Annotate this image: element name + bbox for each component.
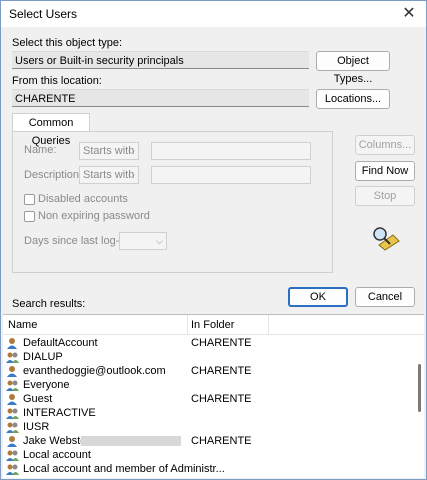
common-queries-panel: Name: Starts with ⌵ Description: Starts w… xyxy=(12,131,333,273)
group-icon xyxy=(6,380,19,391)
location-label: From this location: xyxy=(12,75,102,87)
table-row[interactable]: DefaultAccount CHARENTE xyxy=(3,336,408,350)
non-expiring-password-label: Non expiring password xyxy=(38,210,150,222)
columns-button[interactable]: Columns... xyxy=(355,135,415,155)
disabled-accounts-checkbox[interactable] xyxy=(24,194,35,205)
user-icon xyxy=(7,394,17,405)
chevron-down-icon: ⌵ xyxy=(128,170,135,180)
group-icon xyxy=(6,464,19,475)
window-title: Select Users xyxy=(9,7,78,21)
table-row[interactable]: Guest CHARENTE xyxy=(3,392,408,406)
name-input[interactable] xyxy=(151,142,311,160)
description-mode-select[interactable]: Starts with ⌵ xyxy=(79,166,139,184)
cancel-button[interactable]: Cancel xyxy=(355,287,415,307)
find-now-button[interactable]: Find Now xyxy=(355,161,415,181)
row-name: IUSR xyxy=(23,421,50,433)
user-icon xyxy=(7,338,17,349)
description-mode-value: Starts with xyxy=(83,169,135,181)
object-types-button[interactable]: Object Types... xyxy=(316,51,390,85)
search-results-label: Search results: xyxy=(12,298,86,310)
user-icon xyxy=(7,366,17,377)
row-name: Local account and member of Administr... xyxy=(23,463,225,475)
name-label: Name: xyxy=(24,144,57,156)
name-mode-select[interactable]: Starts with ⌵ xyxy=(79,142,139,160)
chevron-down-icon: ⌵ xyxy=(128,146,135,156)
name-mode-value: Starts with xyxy=(83,145,135,157)
disabled-accounts-label: Disabled accounts xyxy=(38,193,128,205)
group-icon xyxy=(6,422,19,433)
table-row[interactable]: Local account xyxy=(3,448,408,462)
title-bar: Select Users ✕ xyxy=(1,1,426,27)
row-name: Guest xyxy=(23,393,53,405)
locations-button[interactable]: Locations... xyxy=(316,89,390,109)
row-folder: CHARENTE xyxy=(191,435,252,447)
object-type-label: Select this object type: xyxy=(12,37,123,49)
description-input[interactable] xyxy=(151,166,311,184)
row-folder: CHARENTE xyxy=(191,365,252,377)
table-row[interactable]: DIALUP xyxy=(3,350,408,364)
ok-button[interactable]: OK xyxy=(288,287,348,307)
results-header: Name In Folder xyxy=(3,315,424,335)
select-users-dialog: Select Users ✕ Select this object type: … xyxy=(0,0,427,480)
row-folder: CHARENTE xyxy=(191,393,252,405)
row-folder: CHARENTE xyxy=(191,337,252,349)
tab-common-queries[interactable]: Common Queries xyxy=(12,113,90,147)
column-divider[interactable] xyxy=(268,315,269,334)
column-header-name[interactable]: Name xyxy=(8,319,37,331)
column-divider[interactable] xyxy=(187,315,188,334)
group-icon xyxy=(6,408,19,419)
table-row[interactable]: IUSR xyxy=(3,420,408,434)
table-row[interactable]: evanthedoggie@outlook.com CHARENTE xyxy=(3,364,408,378)
group-icon xyxy=(6,352,19,363)
row-name: Everyone xyxy=(23,379,70,391)
table-row[interactable]: Jake Webster CHARENTE xyxy=(3,434,408,448)
row-name: DefaultAccount xyxy=(23,337,98,349)
row-name: DIALUP xyxy=(23,351,63,363)
redacted-text xyxy=(81,436,181,446)
non-expiring-password-checkbox[interactable] xyxy=(24,211,35,222)
description-label: Description: xyxy=(24,169,83,181)
location-field: CHARENTE xyxy=(12,89,309,107)
row-name: Local account xyxy=(23,449,91,461)
row-name: evanthedoggie@outlook.com xyxy=(23,365,166,377)
row-name: INTERACTIVE xyxy=(23,407,96,419)
column-header-in-folder[interactable]: In Folder xyxy=(191,319,234,331)
scrollbar-thumb[interactable] xyxy=(418,364,421,412)
search-results-list[interactable]: Name In Folder DefaultAccount CHARENTE DIA… xyxy=(3,314,424,478)
user-icon xyxy=(7,436,17,447)
chevron-down-icon: ⌵ xyxy=(156,236,163,246)
table-row[interactable]: Local account and member of Administr... xyxy=(3,462,408,476)
days-since-logon-select[interactable]: ⌵ xyxy=(119,232,167,250)
table-row[interactable]: Everyone xyxy=(3,378,408,392)
table-row[interactable]: INTERACTIVE xyxy=(3,406,408,420)
stop-button[interactable]: Stop xyxy=(355,186,415,206)
search-flashlight-icon xyxy=(373,227,400,251)
object-type-field: Users or Built-in security principals xyxy=(12,51,309,69)
row-name: Jake Webster xyxy=(23,435,91,447)
group-icon xyxy=(6,450,19,461)
close-icon[interactable]: ✕ xyxy=(398,3,420,25)
